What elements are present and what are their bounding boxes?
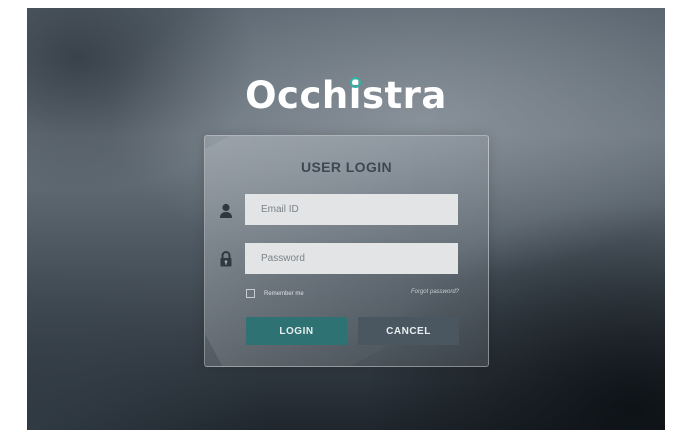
logo-i: i (348, 74, 362, 117)
login-screen: Occhistra USER LOGIN Remember me (27, 8, 665, 430)
login-button[interactable]: LOGIN (246, 317, 347, 345)
forgot-password-link[interactable]: Forgot password? (411, 289, 459, 295)
remember-me[interactable]: Remember me (246, 289, 304, 298)
email-input[interactable] (245, 194, 458, 225)
logo-text-start: Occh (245, 74, 349, 117)
logo-text-end: stra (361, 74, 447, 117)
lock-icon (219, 250, 233, 268)
remember-checkbox[interactable] (246, 289, 255, 298)
cancel-button[interactable]: CANCEL (358, 317, 459, 345)
login-title: USER LOGIN (300, 159, 393, 175)
brand-logo: Occhi stra (27, 74, 665, 117)
user-icon (219, 202, 233, 220)
password-input[interactable] (245, 243, 458, 274)
login-card: USER LOGIN Remember me Forgot password? … (204, 135, 489, 367)
remember-label: Remember me (264, 290, 304, 297)
